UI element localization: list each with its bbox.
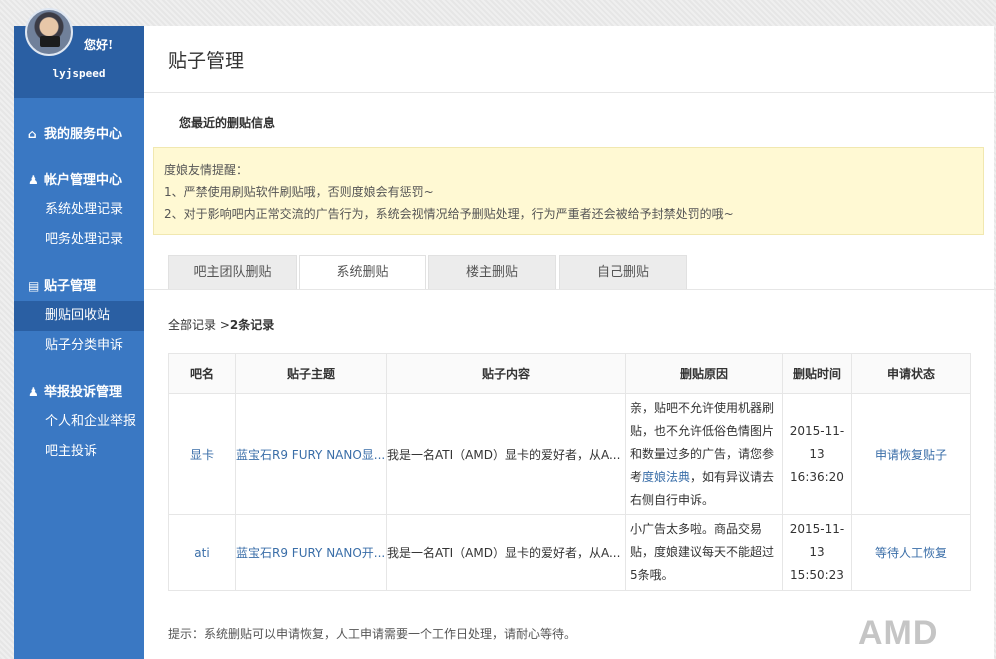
sidebar: 您好! lyjspeed ⌂ 我的服务中心 ♟ 帐户管理中心 系统处理记录 吧务处理… <box>14 8 144 659</box>
username[interactable]: lyjspeed <box>14 67 144 80</box>
delete-time: 2015-11-13 15:50:23 <box>782 514 852 591</box>
nav-item-system-records[interactable]: 系统处理记录 <box>14 195 144 225</box>
record-count: 2条记录 <box>229 318 275 332</box>
record-summary: 全部记录 >2条记录 <box>168 316 274 333</box>
user-icon: ♟ <box>28 173 39 187</box>
nav-item-bar-records[interactable]: 吧务处理记录 <box>14 225 144 255</box>
amd-logo-watermark: AMD <box>858 614 939 652</box>
section-heading: 您最近的删贴信息 <box>179 116 276 130</box>
nav-item-category-appeal[interactable]: 贴子分类申诉 <box>14 331 144 361</box>
page-title: 贴子管理 <box>144 26 994 93</box>
column-header: 吧名 <box>168 353 236 394</box>
deleted-posts-table: 吧名 贴子主题 贴子内容 删贴原因 删贴时间 申请状态 显卡 蓝宝石R9 FUR… <box>168 353 971 591</box>
post-content: 我是一名ATI（AMD）显卡的爱好者，从A... <box>386 514 626 591</box>
nav-head-account-center[interactable]: ♟ 帐户管理中心 <box>14 165 144 195</box>
main-panel: 贴子管理 您最近的删贴信息 度娘友情提醒： 1、严禁使用刷贴软件刷贴哦，否则度娘… <box>144 26 994 659</box>
avatar[interactable] <box>25 8 73 56</box>
bar-name-link[interactable]: 显卡 <box>168 393 236 515</box>
post-content: 我是一名ATI（AMD）显卡的爱好者，从A... <box>386 393 626 515</box>
delete-reason: 小广告太多啦。商品交易贴，度娘建议每天不能超过5条哦。 <box>625 514 783 591</box>
greeting: 您好! <box>84 38 114 52</box>
users-icon: ♟ <box>28 385 39 399</box>
request-restore-link[interactable]: 申请恢复贴子 <box>851 393 971 515</box>
tab-op-delete[interactable]: 楼主删贴 <box>428 255 556 289</box>
status-link[interactable]: 等待人工恢复 <box>851 514 971 591</box>
column-header: 申请状态 <box>851 353 971 394</box>
tips-box: 度娘友情提醒： 1、严禁使用刷贴软件刷贴哦，否则度娘会有惩罚~ 2、对于影响吧内… <box>153 147 984 235</box>
bar-name-link[interactable]: ati <box>168 514 236 591</box>
table-header-row: 吧名 贴子主题 贴子内容 删贴原因 删贴时间 申请状态 <box>168 353 971 394</box>
nav-item-personal-report[interactable]: 个人和企业举报 <box>14 407 144 437</box>
tab-divider <box>144 289 994 290</box>
footnote: 提示：系统删贴可以申请恢复，人工申请需要一个工作日处理，请耐心等待。 <box>168 627 577 641</box>
nav-head-service-center[interactable]: ⌂ 我的服务中心 <box>14 119 144 149</box>
rules-link[interactable]: 度娘法典 <box>642 470 690 484</box>
camera-icon <box>40 36 60 47</box>
tab-self-delete[interactable]: 自己删贴 <box>559 255 687 289</box>
delete-reason: 亲，贴吧不允许使用机器刷贴，也不允许低俗色情图片和数量过多的广告，请您参考度娘法… <box>625 393 783 515</box>
nav-item-recycle-bin[interactable]: 删贴回收站 <box>14 301 144 331</box>
nav-head-report-management[interactable]: ♟ 举报投诉管理 <box>14 377 144 407</box>
document-icon: ▤ <box>28 279 40 293</box>
tab-system-delete[interactable]: 系统删贴 <box>299 255 426 290</box>
user-profile: 您好! lyjspeed <box>14 8 144 98</box>
summary-prefix: 全部记录 > <box>168 318 230 332</box>
column-header: 贴子内容 <box>386 353 626 394</box>
column-header: 删贴时间 <box>782 353 852 394</box>
column-header: 贴子主题 <box>235 353 387 394</box>
nav-item-owner-complaint[interactable]: 吧主投诉 <box>14 437 144 467</box>
home-icon: ⌂ <box>28 127 37 141</box>
table-row: 显卡 蓝宝石R9 FURY NANO显... 我是一名ATI（AMD）显卡的爱好… <box>168 393 971 515</box>
post-title-link[interactable]: 蓝宝石R9 FURY NANO显... <box>235 393 387 515</box>
column-header: 删贴原因 <box>625 353 783 394</box>
tips-heading: 度娘友情提醒： <box>164 163 249 177</box>
tips-line: 2、对于影响吧内正常交流的广告行为，系统会视情况给予删贴处理，行为严重者还会被给… <box>164 207 734 221</box>
post-title-link[interactable]: 蓝宝石R9 FURY NANO开... <box>235 514 387 591</box>
tab-owner-team-delete[interactable]: 吧主团队删贴 <box>168 255 297 289</box>
tips-line: 1、严禁使用刷贴软件刷贴哦，否则度娘会有惩罚~ <box>164 185 434 199</box>
table-row: ati 蓝宝石R9 FURY NANO开... 我是一名ATI（AMD）显卡的爱… <box>168 514 971 591</box>
nav-head-post-management[interactable]: ▤ 贴子管理 <box>14 271 144 301</box>
delete-time: 2015-11-13 16:36:20 <box>782 393 852 515</box>
